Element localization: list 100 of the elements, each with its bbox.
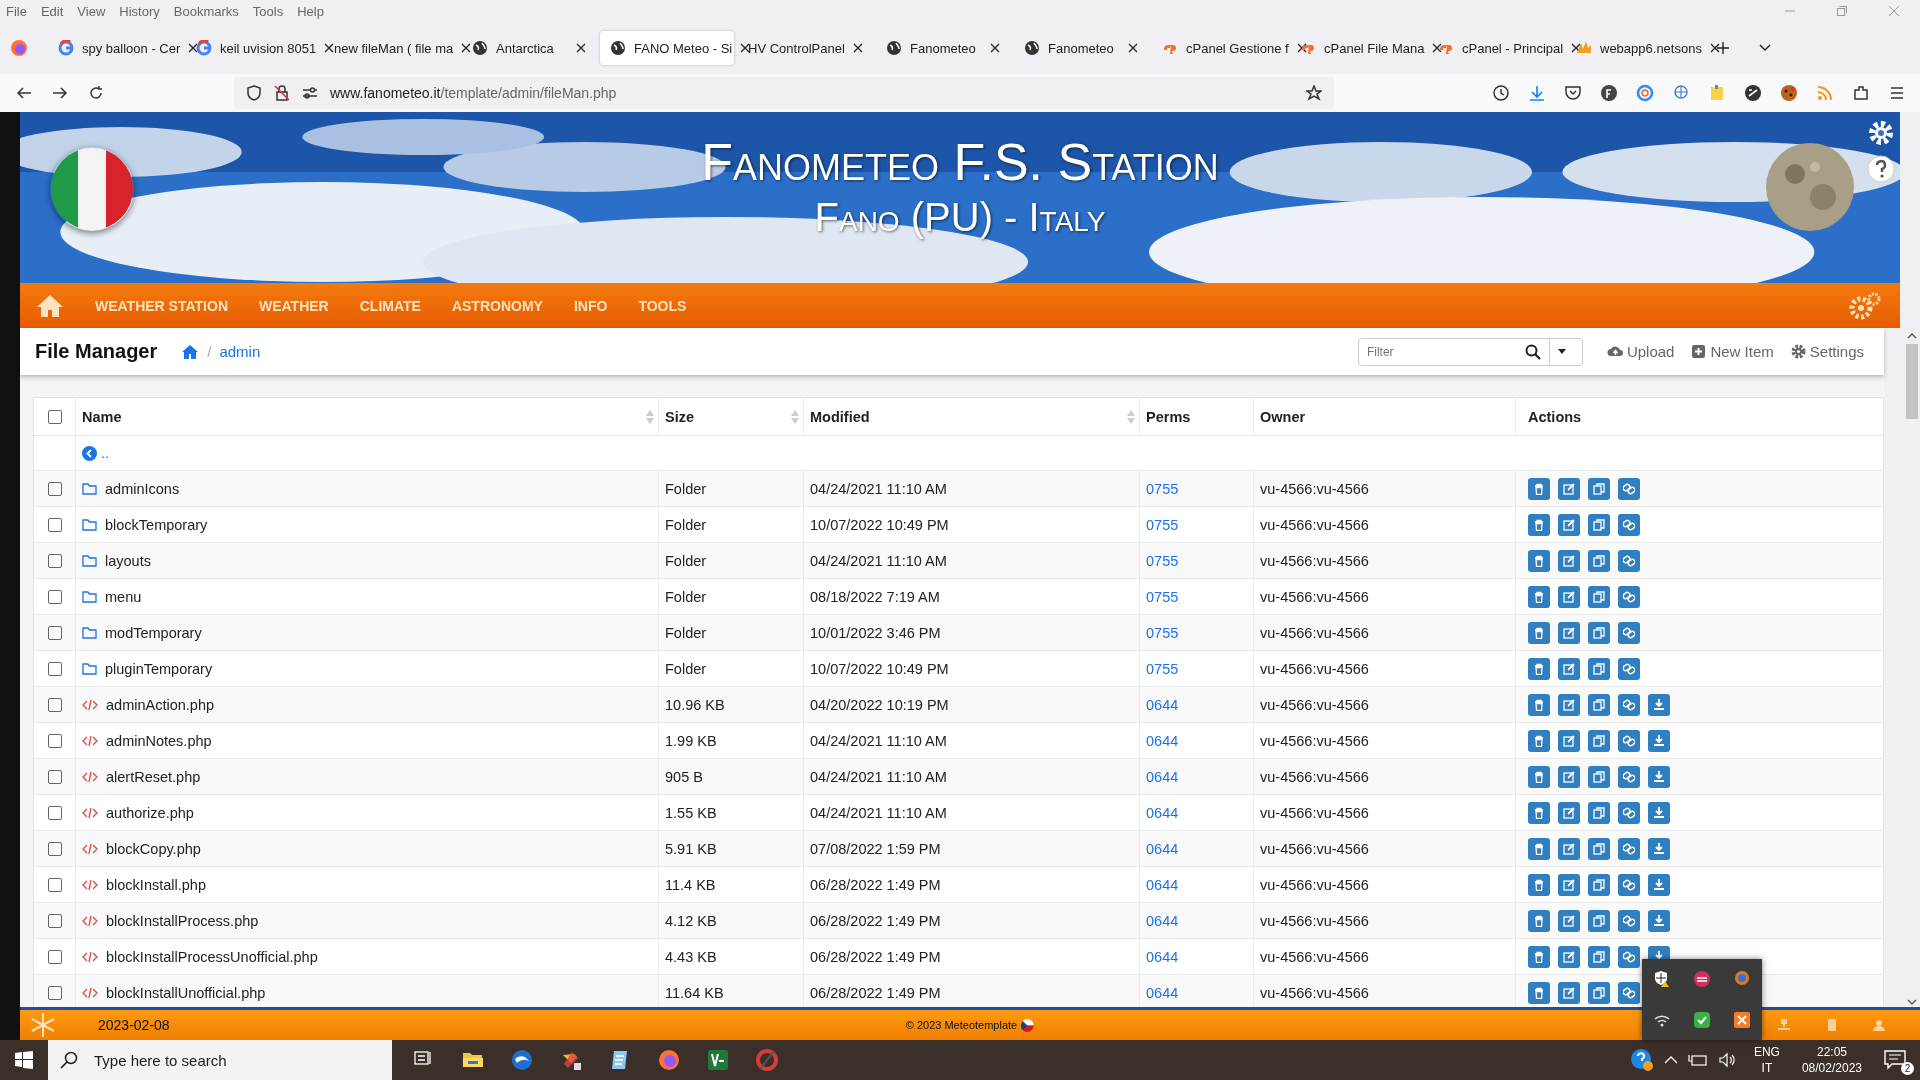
close-icon[interactable]: [1296, 43, 1307, 53]
history-icon[interactable]: [1492, 84, 1510, 102]
edit-button[interactable]: [1558, 765, 1580, 788]
file-name-link[interactable]: modTemporary: [105, 624, 202, 641]
edit-button[interactable]: [1558, 513, 1580, 536]
ring-icon[interactable]: [1636, 84, 1654, 102]
edit-button[interactable]: [1558, 549, 1580, 572]
address-bar[interactable]: www.fanometeo.it/template/admin/fileMan.php: [234, 77, 1334, 109]
close-icon[interactable]: [461, 43, 472, 53]
star-icon[interactable]: [1306, 85, 1322, 101]
delete-button[interactable]: [1528, 657, 1550, 680]
file-name-link[interactable]: blockCopy.php: [106, 840, 201, 857]
back-icon[interactable]: [16, 85, 32, 101]
checkbox[interactable]: [47, 409, 62, 424]
plus-icon[interactable]: [1716, 41, 1730, 55]
edit-button[interactable]: [1558, 945, 1580, 968]
browser-tab[interactable]: webapp6.netsons: [1566, 31, 1700, 65]
xampp-icon[interactable]: [1733, 1010, 1751, 1029]
mail-bird-icon[interactable]: [511, 1049, 533, 1071]
permissions-link[interactable]: 0644: [1146, 948, 1179, 965]
filter-field[interactable]: Filter: [1358, 343, 1525, 360]
extensions-icon[interactable]: [1852, 84, 1870, 102]
back-circle-icon[interactable]: [82, 445, 97, 461]
copy-button[interactable]: [1588, 621, 1610, 644]
close-icon[interactable]: [576, 43, 586, 53]
permissions-link[interactable]: 0644: [1146, 984, 1179, 1001]
settings-button[interactable]: Settings: [1789, 343, 1864, 360]
checkbox[interactable]: [47, 805, 62, 820]
file-name-link[interactable]: blockTemporary: [105, 516, 208, 533]
permissions-link[interactable]: 0644: [1146, 840, 1179, 857]
link-button[interactable]: [1618, 873, 1640, 896]
copy-button[interactable]: [1588, 477, 1610, 500]
column-header[interactable]: Owner: [1260, 408, 1306, 425]
browser-tab[interactable]: Antarctica: [462, 31, 596, 65]
file-name-link[interactable]: adminIcons: [105, 480, 180, 497]
copy-button[interactable]: [1588, 873, 1610, 896]
file-name-link[interactable]: blockInstallUnofficial.php: [106, 984, 266, 1001]
copy-button[interactable]: [1588, 657, 1610, 680]
link-button[interactable]: [1618, 693, 1640, 716]
chevron-down-icon[interactable]: [1907, 998, 1917, 1006]
home-icon[interactable]: [36, 293, 64, 318]
delete-button[interactable]: [1528, 801, 1550, 824]
link-button[interactable]: [1618, 657, 1640, 680]
delete-button[interactable]: [1528, 981, 1550, 1004]
edit-button[interactable]: [1558, 585, 1580, 608]
browser-tab[interactable]: HV ControlPanel: [738, 31, 872, 65]
checkbox[interactable]: [47, 697, 62, 712]
column-header[interactable]: Modified: [810, 408, 1139, 425]
link-button[interactable]: [1618, 621, 1640, 644]
link-button[interactable]: [1618, 549, 1640, 572]
browser-logo-icon[interactable]: [10, 39, 28, 57]
checkbox[interactable]: [47, 481, 62, 496]
home-icon[interactable]: [181, 343, 200, 360]
copy-button[interactable]: [1588, 981, 1610, 1004]
link-button[interactable]: [1618, 945, 1640, 968]
delete-button[interactable]: [1528, 909, 1550, 932]
chevron-up-icon[interactable]: [1907, 332, 1917, 340]
permissions-link[interactable]: 0755: [1146, 516, 1179, 533]
battery-icon[interactable]: [1687, 1053, 1708, 1067]
edit-button[interactable]: [1558, 729, 1580, 752]
upload-button[interactable]: Upload: [1606, 343, 1675, 360]
scrollbar-thumb[interactable]: [1906, 344, 1918, 419]
close-icon[interactable]: [188, 43, 199, 53]
edit-button[interactable]: [1558, 873, 1580, 896]
column-header[interactable]: Size: [665, 408, 803, 425]
file-name-link[interactable]: blockInstallProcessUnofficial.php: [106, 948, 318, 965]
copy-button[interactable]: [1588, 909, 1610, 932]
edit-button[interactable]: [1558, 477, 1580, 500]
close-icon[interactable]: [852, 43, 863, 53]
edit-button[interactable]: [1558, 801, 1580, 824]
link-button[interactable]: [1618, 729, 1640, 752]
file-name-link[interactable]: pluginTemporary: [105, 660, 213, 677]
delete-button[interactable]: [1528, 729, 1550, 752]
download-icon[interactable]: [1528, 84, 1546, 102]
checkbox[interactable]: [47, 733, 62, 748]
browser-tab[interactable]: spy balloon - Cer: [48, 31, 182, 65]
menubar-entry[interactable]: Tools: [252, 1, 284, 21]
menubar-entry[interactable]: File: [6, 1, 27, 21]
copy-button[interactable]: [1588, 585, 1610, 608]
browser-tab[interactable]: Fanometeo: [876, 31, 1010, 65]
delete-button[interactable]: [1528, 549, 1550, 572]
permissions-link[interactable]: 0755: [1146, 624, 1179, 641]
cookie-icon[interactable]: [1780, 84, 1798, 102]
help-icon[interactable]: [1629, 1048, 1654, 1072]
rss-icon[interactable]: [1816, 84, 1834, 102]
delete-button[interactable]: [1528, 585, 1550, 608]
checkbox[interactable]: [47, 949, 62, 964]
delete-button[interactable]: [1528, 837, 1550, 860]
link-button[interactable]: [1618, 585, 1640, 608]
column-header[interactable]: Perms: [1146, 408, 1191, 425]
settings-icon[interactable]: [1866, 118, 1896, 148]
permissions-link[interactable]: 0644: [1146, 696, 1179, 713]
restore-icon[interactable]: [1836, 5, 1848, 17]
language-indicator[interactable]: ENG: [1753, 1044, 1780, 1060]
checkbox[interactable]: [47, 841, 62, 856]
file-name-link[interactable]: adminNotes.php: [106, 732, 212, 749]
clock-time[interactable]: 22:05: [1816, 1044, 1847, 1060]
delete-button[interactable]: [1528, 693, 1550, 716]
search-field[interactable]: Type here to search: [92, 1050, 392, 1070]
scrollbar[interactable]: [1904, 328, 1920, 1010]
